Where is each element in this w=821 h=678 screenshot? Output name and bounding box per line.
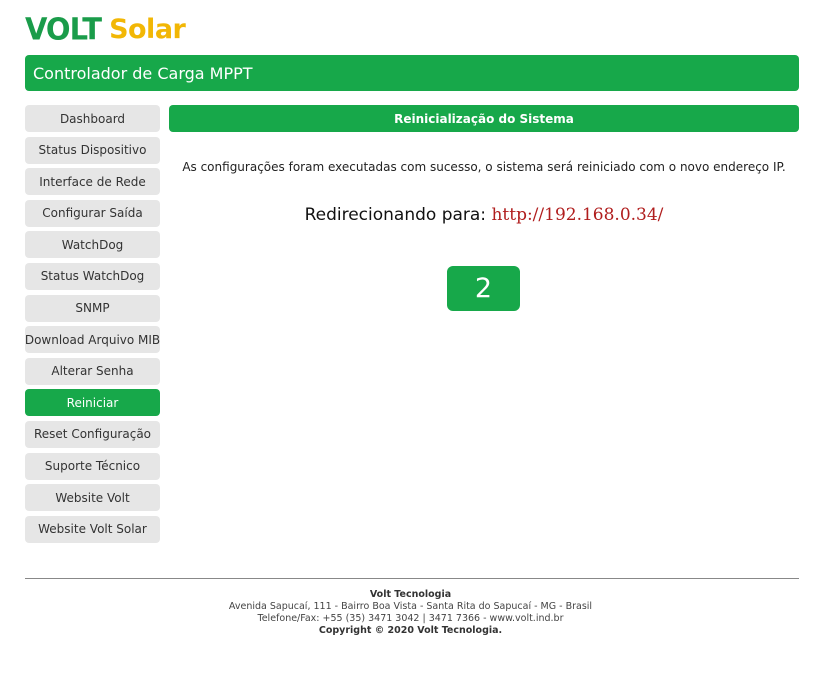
section-title: Reinicialização do Sistema — [394, 111, 574, 126]
volt-solar-logo: VOLT Solar — [25, 11, 186, 47]
sidebar-item-reiniciar[interactable]: Reiniciar — [25, 389, 160, 417]
redirect-label: Redirecionando para: — [304, 205, 487, 225]
sidebar-item-watchdog[interactable]: WatchDog — [25, 231, 160, 259]
footer-divider — [25, 578, 799, 579]
redirect-link[interactable]: http://192.168.0.34/ — [491, 205, 663, 225]
footer-address: Avenida Sapucaí, 111 - Bairro Boa Vista … — [228, 601, 593, 612]
sidebar-item-configurar-saida[interactable]: Configurar Saída — [25, 199, 160, 227]
page-title: Controlador de Carga MPPT — [33, 63, 253, 83]
section-title-bar: Reinicialização do Sistema — [169, 105, 799, 132]
sidebar-item-suporte-tecnico[interactable]: Suporte Técnico — [25, 452, 160, 480]
sidebar-item-download-mib[interactable]: Download Arquivo MIB — [25, 326, 160, 354]
countdown-badge: 2 — [447, 266, 520, 311]
success-message: As configurações foram executadas com su… — [182, 160, 786, 174]
sidebar-item-reset-configuracao[interactable]: Reset Configuração — [25, 420, 160, 448]
footer: Volt Tecnologia Avenida Sapucaí, 111 - B… — [0, 589, 821, 637]
sidebar-item-alterar-senha[interactable]: Alterar Senha — [25, 357, 160, 385]
logo-volt: VOLT — [25, 11, 102, 47]
sidebar-item-status-dispositivo[interactable]: Status Dispositivo — [25, 136, 160, 164]
header-bar: Controlador de Carga MPPT — [25, 55, 799, 91]
footer-company: Volt Tecnologia — [369, 589, 452, 600]
sidebar-item-status-watchdog[interactable]: Status WatchDog — [25, 262, 160, 290]
sidebar-item-website-volt-solar[interactable]: Website Volt Solar — [25, 515, 160, 543]
sidebar: Dashboard Status Dispositivo Interface d… — [25, 105, 160, 547]
redirect-line: Redirecionando para: http://192.168.0.34… — [169, 205, 799, 225]
footer-copyright: Copyright © 2020 Volt Tecnologia. — [318, 625, 503, 636]
sidebar-item-snmp[interactable]: SNMP — [25, 294, 160, 322]
logo-solar: Solar — [109, 13, 186, 45]
sidebar-item-interface-de-rede[interactable]: Interface de Rede — [25, 168, 160, 196]
footer-contact: Telefone/Fax: +55 (35) 3471 3042 | 3471 … — [257, 613, 564, 624]
main-content: Reinicialização do Sistema As configuraç… — [169, 105, 799, 311]
sidebar-item-website-volt[interactable]: Website Volt — [25, 484, 160, 512]
sidebar-item-dashboard[interactable]: Dashboard — [25, 105, 160, 132]
